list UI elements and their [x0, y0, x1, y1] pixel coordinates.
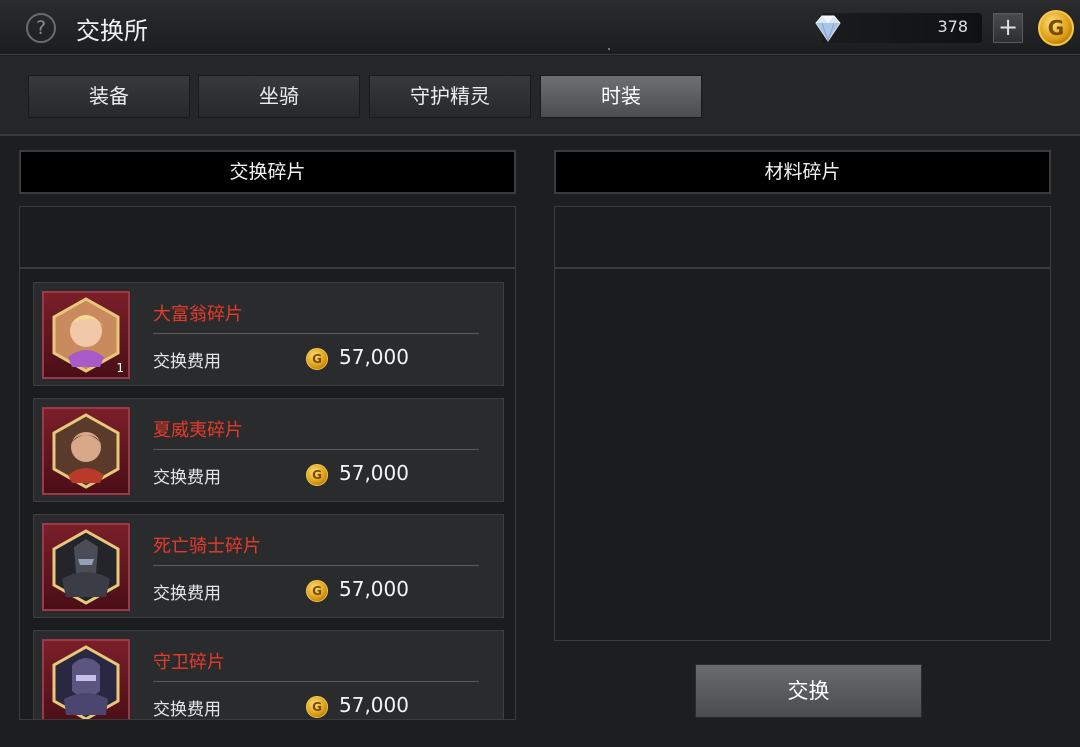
death-knight-portrait-icon [42, 523, 130, 611]
divider [153, 565, 479, 566]
list-item[interactable]: 1 大富翁碎片 交换费用 G 57,000 [33, 282, 504, 386]
diamond-count: 378 [937, 17, 968, 36]
cost-label: 交换费用 [153, 352, 221, 372]
gold-coin-icon: G [306, 348, 328, 370]
tab-costume[interactable]: 时装 [540, 75, 702, 118]
exchange-fragment-list[interactable]: 1 大富翁碎片 交换费用 G 57,000 夏威夷碎片 交换费用 G 57,00… [19, 268, 516, 720]
divider-dot [608, 48, 610, 50]
divider [153, 681, 479, 682]
cost-value: 57,000 [339, 693, 409, 717]
tab-bar: 装备 坐骑 守护精灵 时装 [0, 56, 1080, 136]
divider [153, 449, 479, 450]
material-fragments-header: 材料碎片 [554, 150, 1051, 194]
tab-guardian-spirit[interactable]: 守护精灵 [369, 75, 531, 118]
top-bar: ? 交换所 378 + G [0, 0, 1080, 55]
hawaii-portrait-icon [42, 407, 130, 495]
material-fragments-slot-area [554, 268, 1051, 641]
item-name: 守卫碎片 [153, 652, 225, 673]
item-name: 大富翁碎片 [153, 304, 243, 325]
add-currency-button[interactable]: + [993, 13, 1023, 43]
tab-equipment[interactable]: 装备 [28, 75, 190, 118]
cost-label: 交换费用 [153, 468, 221, 488]
list-item[interactable]: 夏威夷碎片 交换费用 G 57,000 [33, 398, 504, 502]
guard-portrait-icon [42, 639, 130, 719]
gold-coin-icon: G [306, 464, 328, 486]
cost-label: 交换费用 [153, 700, 221, 720]
gold-coin-icon: G [306, 696, 328, 718]
exchange-button[interactable]: 交换 [695, 664, 922, 718]
item-name: 死亡骑士碎片 [153, 536, 261, 557]
cost-value: 57,000 [339, 461, 409, 485]
item-count: 1 [116, 361, 124, 375]
list-item[interactable]: 死亡骑士碎片 交换费用 G 57,000 [33, 514, 504, 618]
material-fragments-top-area [554, 206, 1051, 268]
item-name: 夏威夷碎片 [153, 420, 243, 441]
cost-value: 57,000 [339, 577, 409, 601]
exchange-fragments-filter-area [19, 206, 516, 268]
cost-value: 57,000 [339, 345, 409, 369]
cost-label: 交换费用 [153, 584, 221, 604]
tycoon-portrait-icon: 1 [42, 291, 130, 379]
page-title: 交换所 [76, 17, 148, 45]
divider [153, 333, 479, 334]
tab-mount[interactable]: 坐骑 [198, 75, 360, 118]
exchange-fragments-header: 交换碎片 [19, 150, 516, 194]
help-icon[interactable]: ? [26, 13, 56, 43]
diamond-icon [815, 15, 841, 42]
list-item[interactable]: 守卫碎片 交换费用 G 57,000 [33, 630, 504, 720]
gold-coin-icon[interactable]: G [1038, 10, 1074, 46]
gold-coin-icon: G [306, 580, 328, 602]
